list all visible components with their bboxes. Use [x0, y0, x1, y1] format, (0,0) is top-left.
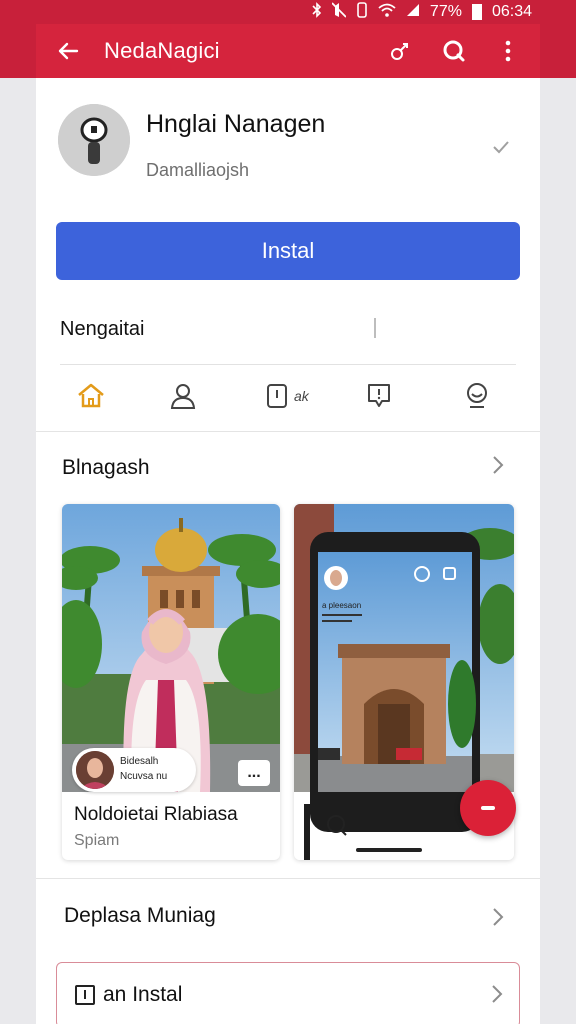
- install-button[interactable]: Instal: [56, 222, 520, 280]
- search-icon[interactable]: [436, 33, 472, 69]
- mute-icon: [331, 1, 347, 23]
- divider: [36, 878, 540, 879]
- install-row-label: an Instal: [103, 983, 183, 1006]
- row-label[interactable]: Deplasa Muniag: [64, 904, 216, 928]
- tab-smiley[interactable]: [464, 378, 490, 414]
- divider: [60, 364, 516, 365]
- app-icon: [58, 104, 130, 176]
- vibrate-icon: [356, 1, 368, 23]
- alert-icon: [368, 384, 390, 407]
- tab-alert[interactable]: [366, 378, 392, 414]
- status-bar: 77% 06:34: [0, 0, 576, 24]
- app-bar: NedaNagici: [36, 24, 540, 78]
- tab-bar: ak: [60, 374, 520, 418]
- chevron-right-icon[interactable]: [492, 454, 504, 482]
- person-icon: [170, 384, 196, 409]
- gallery-title[interactable]: Blnagash: [62, 456, 150, 480]
- signal-icon: [406, 3, 420, 22]
- app-name: Hnglai Nanagen: [146, 110, 326, 138]
- info-box-icon: [267, 384, 287, 408]
- battery-percent: 77%: [429, 3, 462, 20]
- minus-icon: [481, 806, 495, 810]
- chip-caption: Ncuvsa nu: [120, 771, 168, 782]
- screenshot-card-1[interactable]: Bidesalh Ncuvsa nu ... Noldoietai Rlabia…: [62, 504, 280, 860]
- screenshot-subtitle: Spiam: [74, 832, 120, 849]
- more-button[interactable]: ...: [238, 760, 270, 786]
- section-label: Nengaitai: [60, 318, 145, 340]
- back-arrow-icon[interactable]: [50, 33, 86, 69]
- screenshot-title: Noldoietai Rlabiasa: [74, 804, 238, 825]
- tab-person[interactable]: [170, 378, 196, 414]
- tab-info[interactable]: ak: [266, 378, 309, 414]
- battery-icon: [471, 4, 482, 20]
- install-row[interactable]: an Instal: [56, 962, 520, 1024]
- share-icon[interactable]: [382, 33, 418, 69]
- bluetooth-icon: [312, 1, 322, 23]
- text-cursor: [374, 318, 376, 338]
- phone-screen-note: a pleesaon: [322, 601, 361, 610]
- chip-name: Bidesalh: [120, 756, 159, 767]
- chevron-right-icon[interactable]: [492, 906, 504, 934]
- app-bar-title: NedaNagici: [104, 38, 220, 63]
- tab-home[interactable]: [76, 378, 106, 414]
- profile-chip[interactable]: Bidesalh Ncuvsa nu: [72, 748, 196, 792]
- app-developer[interactable]: Damalliaojsh: [146, 160, 249, 181]
- smiley-icon: [467, 383, 487, 408]
- check-icon: [492, 138, 510, 159]
- more-vert-icon[interactable]: [490, 33, 526, 69]
- tab-label: ak: [294, 388, 309, 404]
- home-icon: [78, 383, 104, 408]
- info-box-icon: [75, 985, 95, 1005]
- app-details-card: Hnglai Nanagen Damalliaojsh Instal Nenga…: [36, 78, 540, 1024]
- status-time: 06:34: [491, 3, 532, 20]
- wifi-icon: [378, 3, 396, 22]
- fab-button[interactable]: [460, 780, 516, 836]
- chevron-right-icon: [491, 983, 503, 1011]
- divider: [36, 431, 540, 432]
- app-header: Hnglai Nanagen Damalliaojsh: [58, 104, 518, 184]
- avatar: [76, 751, 114, 789]
